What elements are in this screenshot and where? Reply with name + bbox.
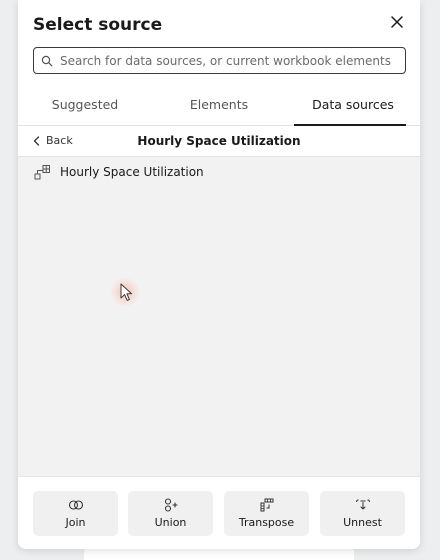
breadcrumb: Back Hourly Space Utilization [18,127,420,157]
back-button[interactable]: Back [33,134,73,147]
union-button[interactable]: Union [128,491,213,536]
tab-suggested[interactable]: Suggested [18,90,152,125]
join-label: Join [65,516,86,529]
dataset-icon [34,164,50,179]
mouse-cursor [110,277,140,307]
search-icon [41,55,53,66]
join-button[interactable]: Join [33,491,118,536]
breadcrumb-title: Hourly Space Utilization [137,134,301,148]
select-source-dialog: Select source Suggested Elements Data so… [18,0,420,549]
unnest-icon [355,498,371,512]
close-button[interactable] [388,13,406,31]
union-icon [164,498,178,512]
search-box[interactable] [33,47,406,74]
close-icon [391,16,403,28]
action-bar: Join Union Transpose Unnest [18,476,420,549]
list-item-hourly-space-utilization[interactable]: Hourly Space Utilization [18,157,420,187]
join-icon [68,498,84,512]
chevron-left-icon [33,135,40,146]
tab-data-sources[interactable]: Data sources [286,90,420,126]
source-list: Hourly Space Utilization [18,157,420,476]
tab-elements[interactable]: Elements [152,90,286,125]
transpose-label: Transpose [238,516,295,529]
union-label: Union [154,516,187,529]
transpose-button[interactable]: Transpose [224,491,309,536]
list-item-label: Hourly Space Utilization [60,165,204,179]
tab-bar: Suggested Elements Data sources [18,90,420,126]
back-label: Back [46,134,73,147]
search-input[interactable] [60,53,405,68]
transpose-icon [260,498,274,512]
unnest-button[interactable]: Unnest [320,491,405,536]
pointer-icon [120,283,133,301]
background-panel [84,548,354,560]
unnest-label: Unnest [343,516,382,529]
dialog-title: Select source [33,15,163,35]
